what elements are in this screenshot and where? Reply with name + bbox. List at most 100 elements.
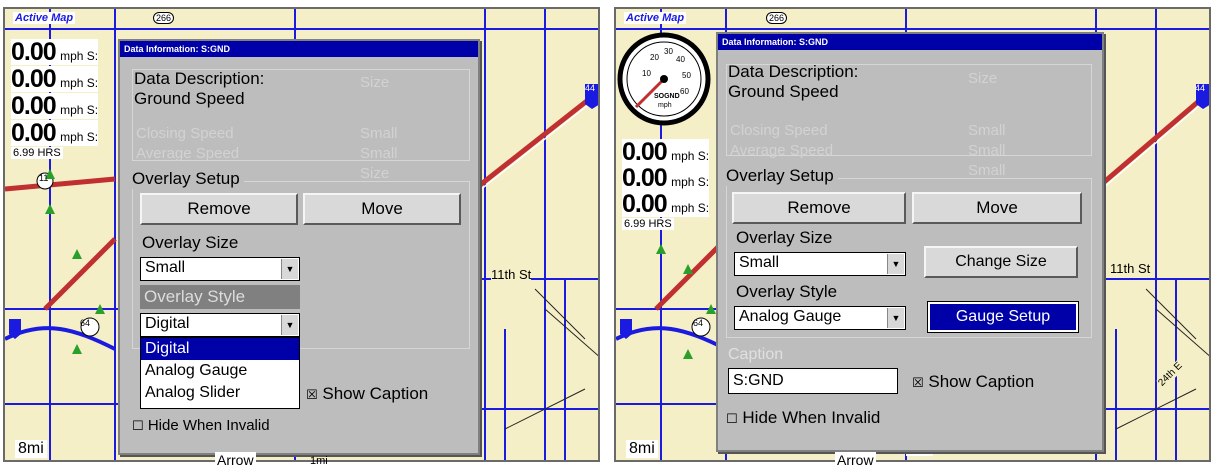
highway-shield: 266 <box>766 12 788 24</box>
checkbox-checked-icon[interactable]: ☒ <box>912 375 924 390</box>
readout-value: 0.00 <box>11 92 57 120</box>
move-button[interactable]: Move <box>912 192 1082 224</box>
hide-when-invalid-checkbox[interactable]: ☐ Hide When Invalid <box>132 417 270 434</box>
caption-label: Caption <box>728 346 784 363</box>
style-option-analog-gauge[interactable]: Analog Gauge <box>141 360 299 382</box>
chevron-down-icon[interactable]: ▼ <box>281 259 298 279</box>
change-size-button[interactable]: Change Size <box>924 246 1078 278</box>
speed-readout[interactable]: 0.00 mph S: <box>11 65 99 93</box>
show-caption-label: Show Caption <box>322 384 429 403</box>
highway-shield: 44 <box>1195 83 1206 93</box>
ghost-row-name: Closing Speed <box>136 125 234 142</box>
readout-value: 0.00 <box>11 65 57 93</box>
ghost-row-size: Size <box>360 165 390 182</box>
chevron-down-icon[interactable]: ▼ <box>887 254 904 274</box>
chevron-down-icon[interactable]: ▼ <box>281 315 298 335</box>
overlay-size-label: Overlay Size <box>142 233 239 252</box>
show-caption-label: Show Caption <box>928 372 1035 391</box>
remove-button[interactable]: Remove <box>140 193 298 225</box>
checkbox-unchecked-icon[interactable]: ☐ <box>132 418 144 433</box>
data-description-label: Data Description: <box>728 62 859 81</box>
highway-shield: 64 <box>693 318 704 328</box>
hours-readout[interactable]: 6.99 HRS <box>11 147 63 159</box>
data-description-value: Ground Speed <box>134 89 245 108</box>
speed-readout[interactable]: 0.00 mph S: <box>11 119 99 147</box>
overlay-size-value: Small <box>145 259 186 276</box>
hide-when-invalid-checkbox[interactable]: ☐ Hide When Invalid <box>726 408 880 428</box>
dialog-title: Data Information: S:GND <box>718 34 1102 50</box>
overlay-style-value: Digital <box>145 315 190 332</box>
overlay-size-select[interactable]: Small ▼ <box>734 252 906 276</box>
hide-when-invalid-label: Hide When Invalid <box>147 417 270 434</box>
dialog-title: Data Information: S:GND <box>120 41 478 57</box>
speed-readout[interactable]: 0.00 mph S: <box>622 138 710 166</box>
map-scale: 8mi <box>15 440 47 458</box>
right-screen: 10 20 30 40 50 60 SOGND mph Active Map 0… <box>614 7 1211 462</box>
active-map-label: Active Map <box>13 12 76 24</box>
readout-unit: mph S: <box>60 76 99 90</box>
checkbox-unchecked-icon[interactable]: ☐ <box>726 411 738 426</box>
readout-unit: mph S: <box>671 149 710 163</box>
overlay-setup-label: Overlay Setup <box>726 166 838 186</box>
gauge-tick: 50 <box>682 71 691 80</box>
readout-value: 0.00 <box>622 190 668 218</box>
overlay-size-label: Overlay Size <box>736 228 833 247</box>
readout-value: 0.00 <box>11 119 57 147</box>
show-caption-checkbox[interactable]: ☒ Show Caption <box>306 384 428 404</box>
street-label: Arrow <box>215 452 256 468</box>
chevron-down-icon[interactable]: ▼ <box>887 308 904 328</box>
caption-input[interactable]: S:GND <box>728 368 898 394</box>
data-information-dialog: Data Information: S:GND Data Description… <box>118 39 480 455</box>
ghost-row-size: Small <box>968 122 1006 139</box>
gauge-tick: 40 <box>676 55 685 64</box>
readout-unit: mph S: <box>671 175 710 189</box>
style-option-analog-slider[interactable]: Analog Slider <box>141 382 299 404</box>
gauge-tick: 30 <box>664 47 673 56</box>
ghost-row-size: Small <box>968 162 1006 179</box>
overlay-style-label: Overlay Style <box>140 285 300 309</box>
gauge-label: SOGND <box>654 93 680 100</box>
gauge-tick: 60 <box>680 87 689 96</box>
overlay-style-dropdown[interactable]: Digital Analog Gauge Analog Slider <box>140 337 300 409</box>
speed-readout[interactable]: 0.00 mph S: <box>11 92 99 120</box>
data-information-dialog: Data Information: S:GND Data Description… <box>716 32 1104 452</box>
remove-button[interactable]: Remove <box>732 192 906 224</box>
overlay-size-select[interactable]: Small ▼ <box>140 257 300 281</box>
ghost-size-header: Size <box>968 70 998 87</box>
ghost-size-header: Size <box>360 74 390 91</box>
speed-readout[interactable]: 0.00 mph S: <box>11 39 99 65</box>
speed-readout[interactable]: 0.00 mph S: <box>622 190 710 218</box>
map-scale: 8mi <box>626 440 658 458</box>
gauge-tick: 10 <box>642 69 651 78</box>
data-description-value: Ground Speed <box>728 82 839 101</box>
ghost-row-size: Small <box>360 125 398 142</box>
highway-shield: 44 <box>585 83 596 93</box>
show-caption-checkbox[interactable]: ☒ Show Caption <box>912 372 1034 392</box>
gauge-unit: mph <box>658 102 672 109</box>
map-scale-secondary: 1mi <box>310 455 328 467</box>
street-label: 11th St <box>491 267 532 282</box>
ghost-row-size: Small <box>968 142 1006 159</box>
highway-shield: 64 <box>80 318 91 328</box>
readout-unit: mph S: <box>60 49 99 63</box>
overlay-style-value: Analog Gauge <box>739 308 842 325</box>
readout-value: 0.00 <box>622 138 668 166</box>
hours-readout[interactable]: 6.99 HRS <box>622 218 674 230</box>
readout-value: 0.00 <box>622 164 668 192</box>
gauge-tick: 20 <box>650 53 659 62</box>
readout-unit: mph S: <box>60 103 99 117</box>
overlay-style-select[interactable]: Analog Gauge ▼ <box>734 306 906 330</box>
ghost-row-name: Closing Speed <box>730 122 828 139</box>
gauge-setup-button[interactable]: Gauge Setup <box>927 301 1079 333</box>
ghost-row-name: Average Speed <box>730 142 834 159</box>
style-option-digital[interactable]: Digital <box>141 338 299 360</box>
overlay-style-select[interactable]: Digital ▼ <box>140 313 300 337</box>
ghost-row-name: Average Speed <box>136 145 240 162</box>
speed-readout[interactable]: 0.00 mph S: <box>622 164 710 192</box>
readout-unit: mph S: <box>671 201 710 215</box>
highway-shield: 266 <box>153 12 175 24</box>
readout-unit: mph S: <box>60 130 99 144</box>
move-button[interactable]: Move <box>303 193 461 225</box>
checkbox-checked-icon[interactable]: ☒ <box>306 387 318 402</box>
data-description-label: Data Description: <box>134 69 265 88</box>
